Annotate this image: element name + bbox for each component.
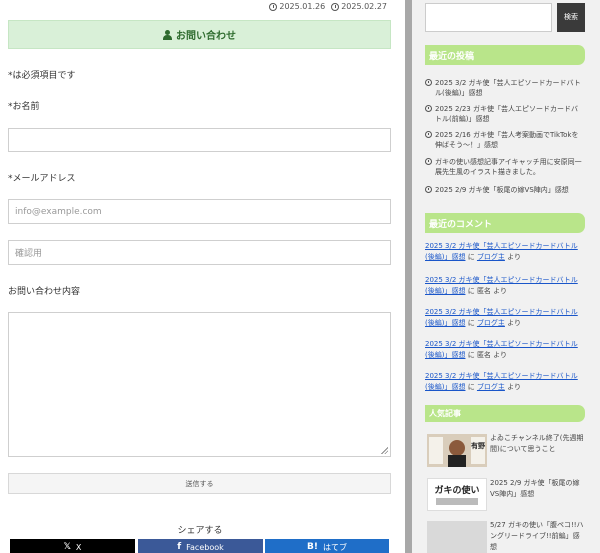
confirm-placeholder: 確認用 [15,249,43,259]
comment-item: 2025 3/2 ガキ使「芸人エピソードカードバトル(後編)」感想 に 匿名 よ… [425,340,578,359]
recent-post-item[interactable]: 2025 2/16 ガキ使「芸人考案動画でTikTokを伸ばそう〜！」感想 [425,130,585,150]
recent-posts-title: 最近の投稿 [425,45,585,65]
clock-icon [425,79,432,86]
recent-post-item[interactable]: 2025 2/9 ガキ使「板尾の嫁VS陣内」感想 [425,185,585,195]
submit-button[interactable]: 送信する [8,473,391,494]
popular-thumbnail[interactable]: ガキの使い [427,478,487,511]
clock-icon [425,186,432,193]
resize-handle-icon[interactable] [381,447,388,454]
email-label: *メールアドレス [8,174,76,184]
recent-post-item[interactable]: ガキの使い感想記事アイキャッチ用に安原同一展先生風のイラスト描きました。 [425,157,585,177]
comment-item: 2025 3/2 ガキ使「芸人エピソードカードバトル(後編)」感想 に ブログ主… [425,372,578,391]
x-icon: 𝕏 [63,542,71,552]
popular-title: 人気記事 [425,405,585,422]
person-icon [163,29,172,40]
hatena-icon: B! [307,542,318,552]
scrollbar-divider [405,0,412,553]
share-x-button[interactable]: 𝕏 X [10,539,135,553]
name-label: *お名前 [8,102,40,112]
clock-icon [269,2,278,11]
thumbnail-image: ガキの使い [428,479,486,510]
email-field[interactable]: info@example.com [8,199,391,224]
popular-post-title[interactable]: よゐこチャンネル終了(先週期間)について思うこと [490,433,586,455]
post-dates: 2025.01.26 2025.02.27 [269,2,387,11]
thumbnail-image: 有野 [427,434,487,467]
share-facebook-label: Facebook [186,542,224,552]
popular-post-title[interactable]: 2025 2/9 ガキ使「板尾の嫁VS陣内」感想 [490,478,586,500]
recent-comments-title: 最近のコメント [425,213,585,233]
popular-thumbnail[interactable]: 有野 [427,434,487,467]
contact-banner: お問い合わせ [8,20,391,49]
recent-post-item[interactable]: 2025 3/2 ガキ使「芸人エピソードカードバトル(後編)」感想 [425,78,585,98]
published-date: 2025.01.26 [279,2,326,11]
main-content: 2025.01.26 2025.02.27 お問い合わせ *は必須項目です *お… [0,0,405,553]
facebook-icon: f [177,542,182,552]
share-hatena-label: はてブ [322,542,347,552]
message-textarea[interactable] [8,312,391,457]
email-confirm-field[interactable]: 確認用 [8,240,391,265]
comment-item: 2025 3/2 ガキ使「芸人エピソードカードバトル(後編)」感想 に ブログ主… [425,242,578,261]
share-facebook-button[interactable]: f Facebook [138,539,263,553]
sidebar: 検索 最近の投稿 2025 3/2 ガキ使「芸人エピソードカードバトル(後編)」… [412,0,600,553]
comment-item: 2025 3/2 ガキ使「芸人エピソードカードバトル(後編)」感想 に ブログ主… [425,308,578,327]
updated-date: 2025.02.27 [341,2,387,11]
name-field[interactable] [8,128,391,152]
svg-text:有野: 有野 [471,441,485,450]
search-button[interactable]: 検索 [557,3,585,32]
required-note: *は必須項目です [8,71,76,81]
recent-post-item[interactable]: 2025 2/23 ガキ使「芸人エピソードカードバトル(前編)」感想 [425,104,585,124]
updated-icon [331,2,340,11]
clock-icon [425,158,432,165]
contact-title: お問い合わせ [176,31,236,42]
clock-icon [425,105,432,112]
share-title: シェアする [177,526,223,536]
comment-item: 2025 3/2 ガキ使「芸人エピソードカードバトル(後編)」感想 に 匿名 よ… [425,276,578,295]
search-input[interactable] [425,3,552,32]
svg-text:ガキの使い: ガキの使い [434,484,479,496]
share-hatena-button[interactable]: B! はてブ [265,539,389,553]
email-placeholder: info@example.com [15,206,102,217]
popular-post-title[interactable]: 5/27 ガキの使い「腹ペコ!!ハングリードライブ!!前編」感想 [490,520,586,553]
share-x-label: X [75,542,82,552]
clock-icon [425,131,432,138]
popular-thumbnail[interactable] [427,521,487,553]
message-label: お問い合わせ内容 [8,287,81,297]
